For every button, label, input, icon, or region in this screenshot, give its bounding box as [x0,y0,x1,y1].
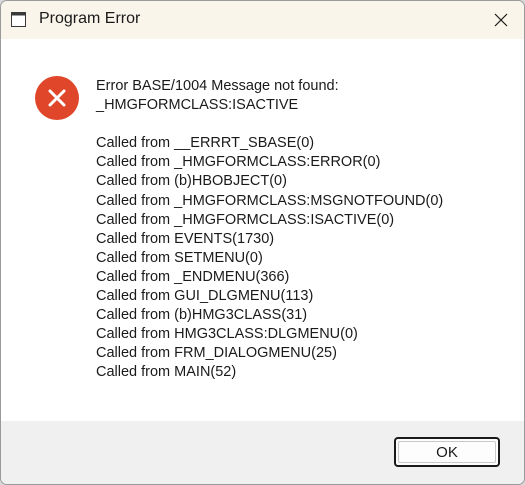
call-stack-line: Called from (b)HBOBJECT(0) [96,173,287,190]
call-stack-line: Called from GUI_DLGMENU(113) [96,288,314,305]
window-app-icon [11,12,26,27]
call-stack-line: Called from (b)HMG3CLASS(31) [96,307,308,324]
call-stack-line: Called from FRM_DIALOGMENU(25) [96,345,337,362]
call-stack-line: Called from HMG3CLASS:DLGMENU(0) [96,326,358,343]
call-stack-line: Called from EVENTS(1730) [96,230,275,247]
close-icon [494,13,508,27]
title-bar[interactable]: Program Error [1,1,524,39]
call-stack-line: Called from SETMENU(0) [96,249,263,266]
error-line: _HMGFORMCLASS:ISACTIVE [96,97,299,114]
error-line: Error BASE/1004 Message not found: [96,78,339,94]
call-stack-line: Called from _HMGFORMCLASS:ERROR(0) [96,154,381,171]
dialog-body: Error BASE/1004 Message not found: _HMGF… [1,39,524,421]
window-title: Program Error [39,10,141,27]
error-message: Error BASE/1004 Message not found: _HMGF… [96,77,443,383]
focus-ring [398,441,496,463]
call-stack-line: Called from __ERRRT_SBASE(0) [96,135,315,152]
call-stack-line: Called from MAIN(52) [96,364,237,381]
error-dialog-window: Program Error Error BASE/1004 Message no… [0,0,525,485]
dialog-footer: OK [1,421,524,484]
call-stack-line: Called from _HMGFORMCLASS:ISACTIVE(0) [96,211,395,228]
call-stack-line: Called from _ENDMENU(366) [96,268,290,285]
call-stack-line: Called from _HMGFORMCLASS:MSGNOTFOUND(0) [96,192,444,209]
ok-button[interactable]: OK [394,437,500,467]
close-button[interactable] [478,1,524,39]
error-icon [35,76,79,120]
